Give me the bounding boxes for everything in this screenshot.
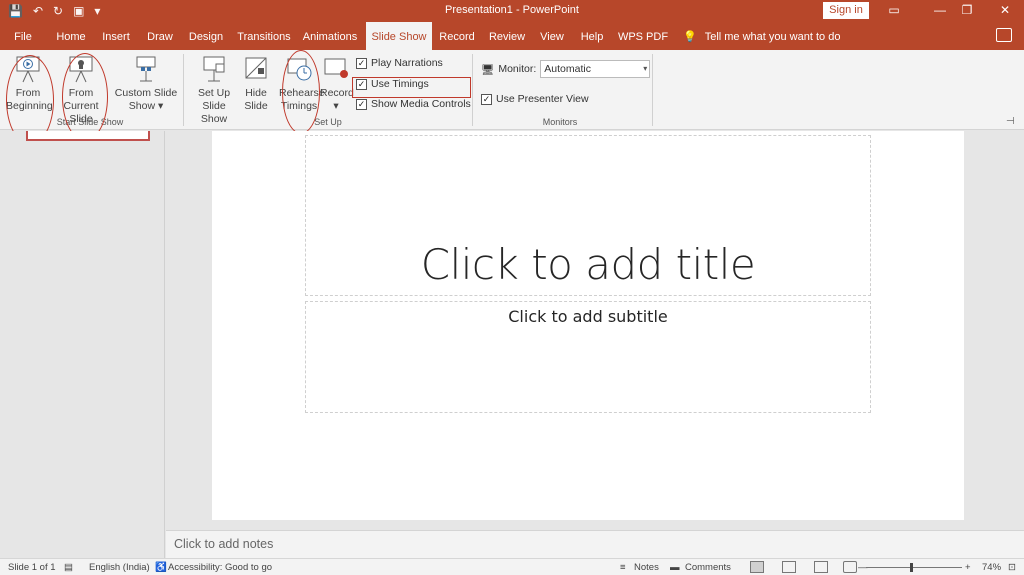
tab-transitions[interactable]: Transitions	[236, 22, 292, 50]
group-separator	[652, 54, 653, 126]
tab-slide-show[interactable]: Slide Show	[366, 22, 432, 50]
monitor-value: Automatic	[544, 63, 591, 75]
custom-show-icon	[132, 54, 160, 84]
record-label: Record	[320, 87, 354, 99]
tab-insert[interactable]: Insert	[99, 22, 133, 50]
monitor-row: 🖥 Monitor: Automatic ▾	[481, 60, 651, 78]
checkbox-checked-icon: ✓	[481, 93, 492, 105]
annotation-ellipse-rehearse	[282, 50, 320, 134]
reading-view-icon[interactable]	[814, 561, 828, 573]
notes-placeholder: Click to add notes	[174, 537, 274, 551]
notes-pane[interactable]: Click to add notes	[166, 530, 1024, 558]
tab-record[interactable]: Record	[438, 22, 476, 50]
annotation-ellipse-from-current	[62, 53, 108, 141]
hide-slide-button[interactable]: Hide Slide	[242, 52, 270, 113]
show-media-controls-checkbox[interactable]: ✓ Show Media Controls	[356, 97, 471, 111]
accessibility-status[interactable]: Accessibility: Good to go	[168, 562, 272, 573]
accessibility-icon: ♿	[155, 562, 167, 573]
group-label-monitors: Monitors	[542, 117, 578, 127]
record-icon	[322, 54, 350, 84]
custom-slide-show-button[interactable]: Custom Slide Show ▾	[114, 52, 178, 113]
sign-in-button[interactable]: Sign in	[823, 2, 869, 19]
zoom-level[interactable]: 74%	[982, 562, 1001, 573]
tab-review[interactable]: Review	[486, 22, 528, 50]
status-bar: Slide 1 of 1 ▤ English (India) ♿ Accessi…	[0, 558, 1024, 575]
zoom-slider-thumb[interactable]	[910, 563, 913, 572]
setup-show-label-2: Slide Show	[200, 100, 228, 125]
checkbox-checked-icon: ✓	[356, 57, 367, 69]
set-up-slide-show-button[interactable]: Set Up Slide Show	[188, 52, 240, 126]
ribbon: From Beginning From Current Slide Custom…	[0, 50, 1024, 130]
pin-ribbon-icon[interactable]: ⊣	[1006, 116, 1015, 127]
lightbulb-icon: 💡	[683, 31, 697, 43]
title-placeholder-text: Click to add title	[420, 240, 756, 289]
hide-slide-label-1: Hide	[245, 87, 267, 99]
tab-draw[interactable]: Draw	[144, 22, 176, 50]
group-separator	[183, 54, 184, 126]
slide-thumbnail[interactable]	[26, 131, 150, 141]
ribbon-tabs: File Home Insert Draw Design Transitions…	[0, 22, 1024, 50]
setup-show-label-1: Set Up	[197, 87, 231, 99]
maximize-button[interactable]: ❐	[948, 1, 986, 21]
record-button[interactable]: Record ▾	[320, 52, 354, 113]
monitor-select[interactable]: Automatic ▾	[540, 60, 651, 78]
play-narrations-checkbox[interactable]: ✓ Play Narrations	[356, 56, 443, 70]
custom-show-label-2: Show ▾	[128, 100, 164, 112]
tab-wps-pdf[interactable]: WPS PDF	[617, 22, 669, 50]
monitor-label: Monitor:	[498, 63, 537, 75]
use-presenter-view-checkbox[interactable]: ✓ Use Presenter View	[481, 92, 589, 106]
ribbon-display-options-icon[interactable]: ▭	[875, 1, 913, 21]
tab-file[interactable]: File	[10, 22, 36, 50]
tell-me-search[interactable]: 💡 Tell me what you want to do	[683, 22, 840, 50]
tab-help[interactable]: Help	[577, 22, 607, 50]
annotation-rect-use-timings	[352, 77, 471, 98]
tab-animations[interactable]: Animations	[301, 22, 359, 50]
hide-slide-label-2: Slide	[244, 100, 268, 112]
custom-show-label-1: Custom Slide	[114, 87, 178, 99]
slide-counter: Slide 1 of 1	[8, 562, 56, 573]
spell-check-icon[interactable]: ▤	[64, 562, 73, 573]
slide-thumbnail-pane	[0, 131, 165, 558]
monitor-icon: 🖥	[481, 63, 495, 76]
tab-view[interactable]: View	[537, 22, 567, 50]
title-placeholder[interactable]: Click to add title	[305, 135, 871, 296]
chevron-down-icon: ▾	[643, 64, 648, 73]
hide-slide-icon	[242, 54, 270, 84]
comments-toggle[interactable]: Comments	[685, 562, 731, 573]
zoom-in-button[interactable]: +	[965, 562, 971, 573]
tab-home[interactable]: Home	[52, 22, 90, 50]
record-caret: ▾	[333, 100, 339, 112]
group-separator	[472, 54, 473, 126]
show-media-controls-label: Show Media Controls	[371, 98, 471, 110]
zoom-slider[interactable]	[866, 567, 962, 568]
title-bar: 💾 ↶ ↻ ▣ ▾ Presentation1 - PowerPoint Sig…	[0, 0, 1024, 22]
slide-show-view-icon[interactable]	[843, 561, 857, 573]
language-indicator[interactable]: English (India)	[89, 562, 150, 573]
tab-design[interactable]: Design	[186, 22, 226, 50]
tell-me-label: Tell me what you want to do	[704, 31, 841, 43]
comments-bubble-icon: ▬	[670, 562, 680, 573]
subtitle-placeholder-text: Click to add subtitle	[508, 307, 668, 326]
notes-icon: ≡	[620, 562, 626, 573]
close-button[interactable]: ✕	[986, 1, 1024, 21]
fit-slide-icon[interactable]: ⊡	[1008, 562, 1016, 573]
presenter-view-label: Use Presenter View	[496, 93, 589, 105]
normal-view-icon[interactable]	[750, 561, 764, 573]
slide-sorter-icon[interactable]	[782, 561, 796, 573]
subtitle-placeholder[interactable]: Click to add subtitle	[305, 301, 871, 413]
checkbox-checked-icon: ✓	[356, 98, 367, 110]
notes-toggle[interactable]: Notes	[634, 562, 659, 573]
setup-show-icon	[200, 54, 228, 84]
comments-icon[interactable]	[996, 28, 1012, 42]
window-title: Presentation1 - PowerPoint	[445, 4, 579, 16]
play-narrations-label: Play Narrations	[371, 57, 443, 69]
